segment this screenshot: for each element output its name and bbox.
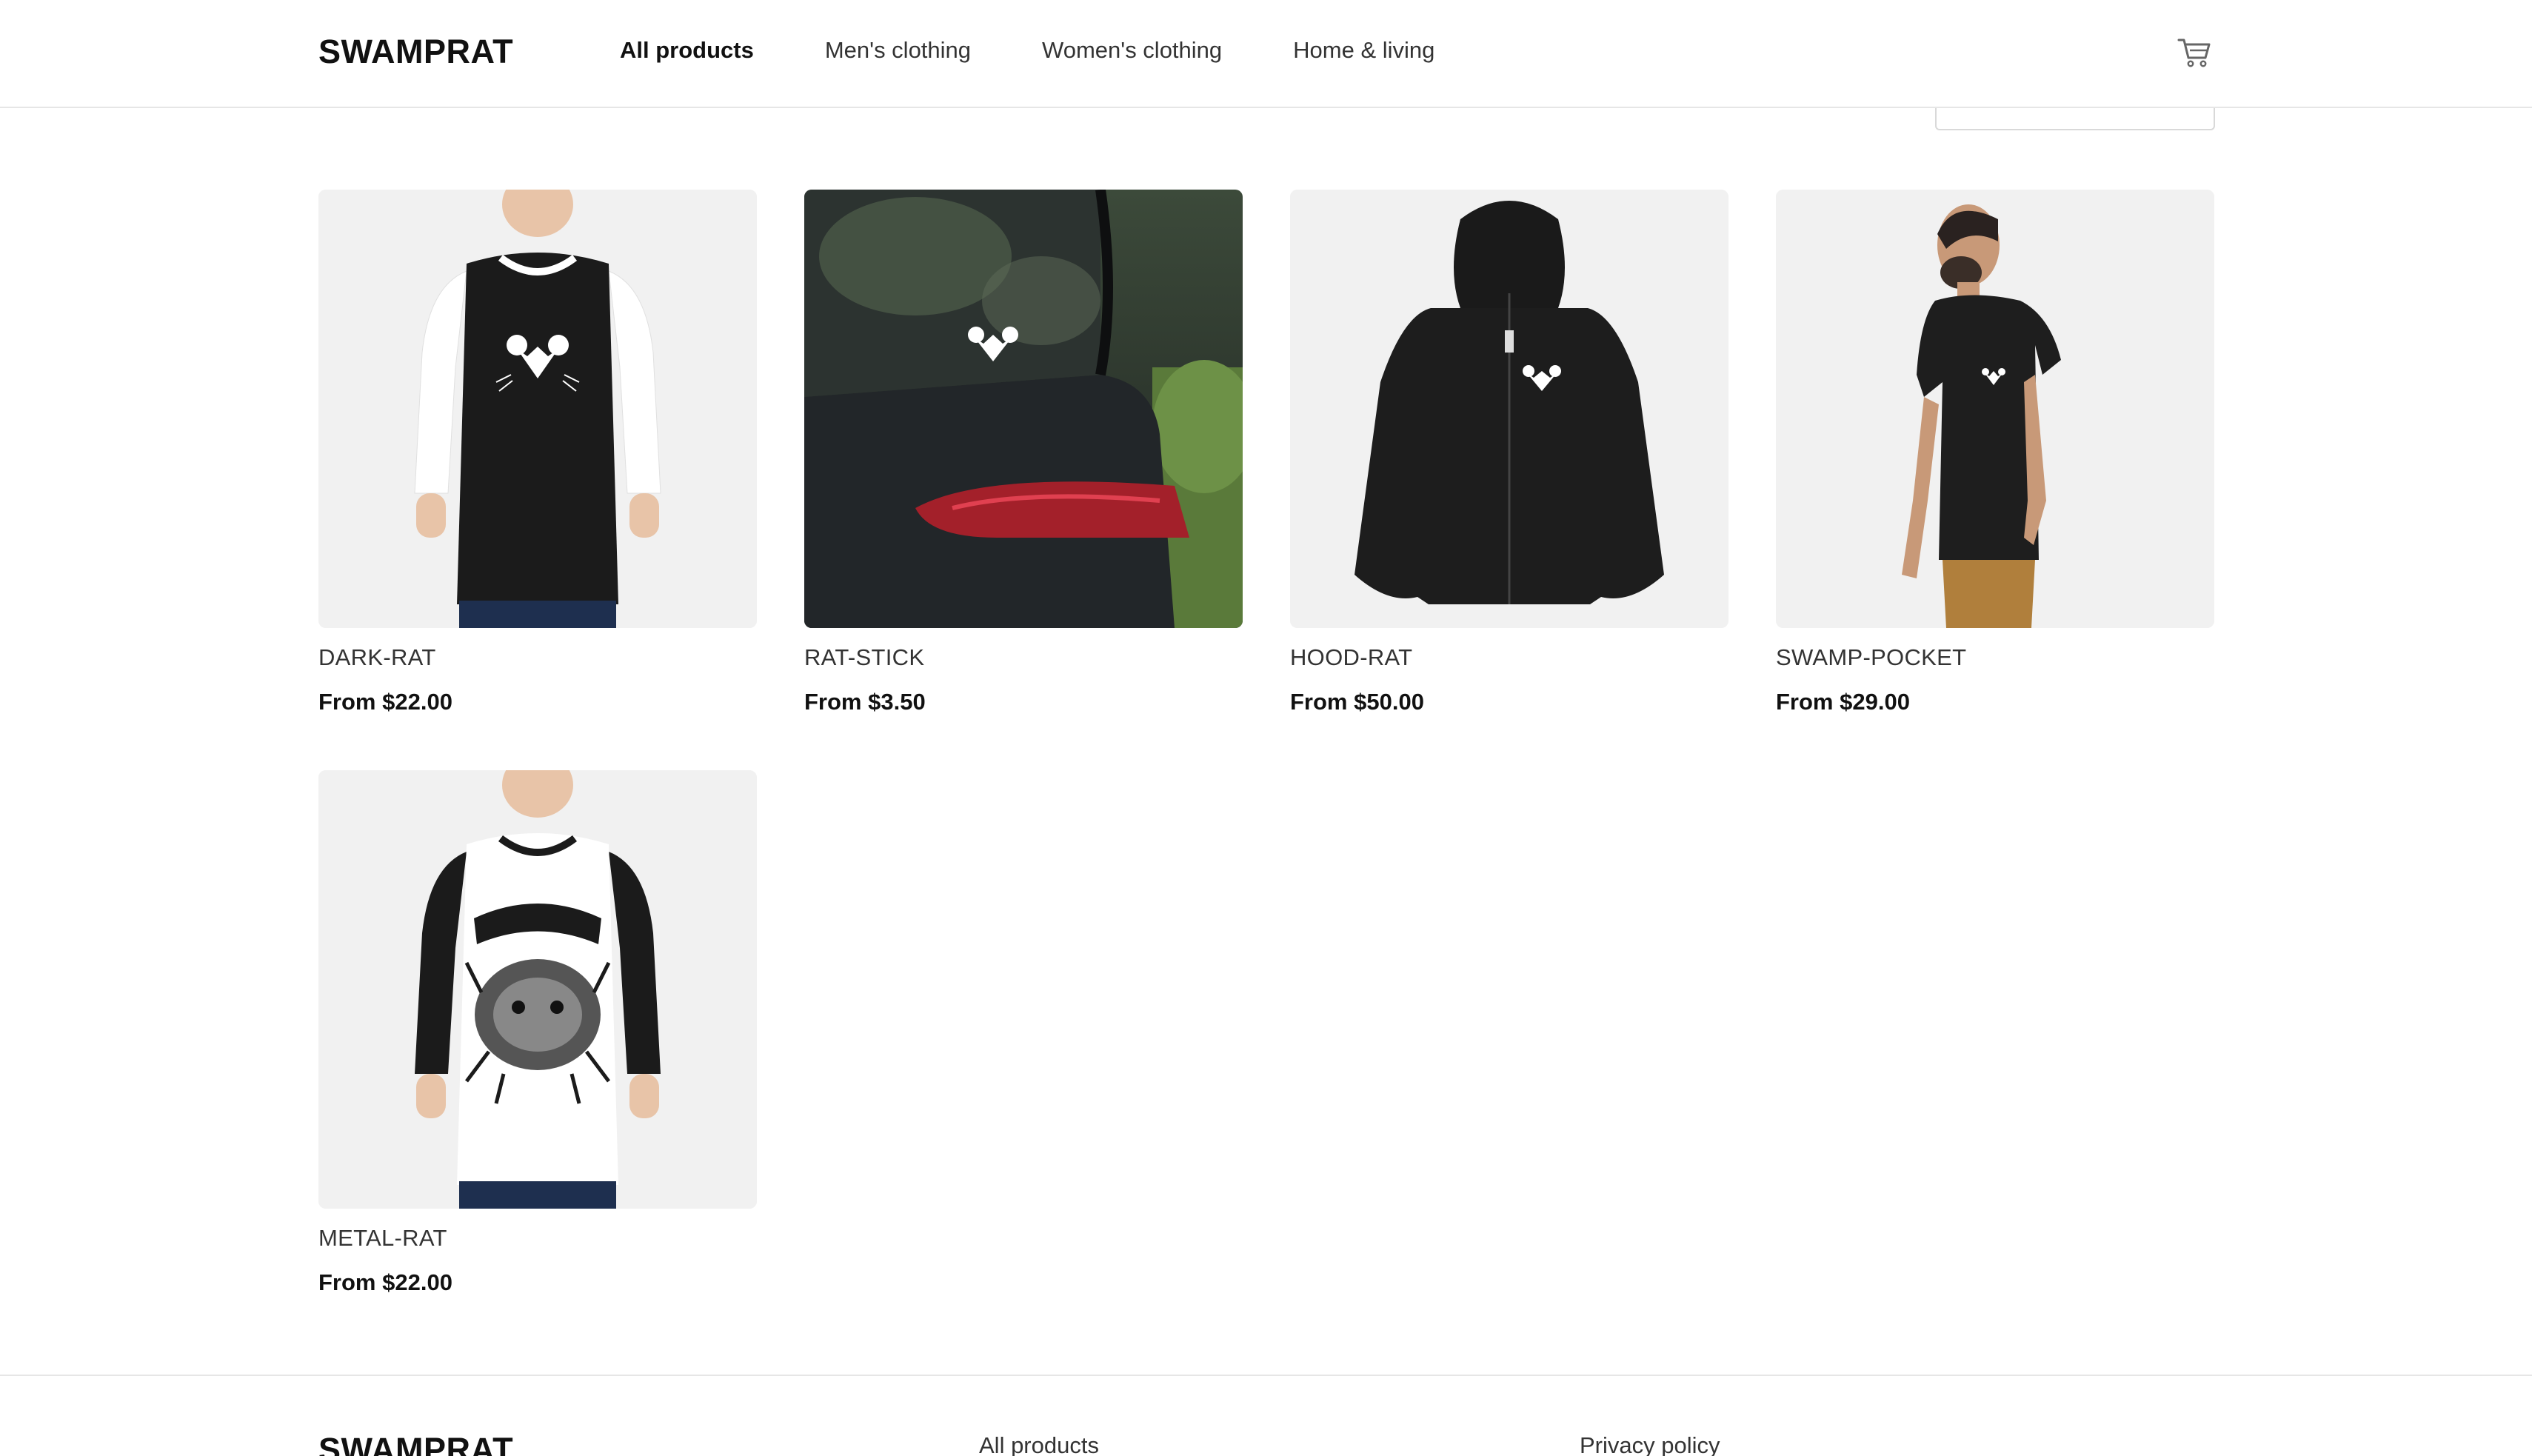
- product-card-hood-rat[interactable]: HOOD-RAT From $50.00: [1290, 190, 1728, 715]
- product-name[interactable]: HOOD-RAT: [1290, 644, 1728, 671]
- site-footer: SWAMPRAT All products Privacy policy: [0, 1375, 2532, 1456]
- product-price: From $22.00: [318, 689, 452, 715]
- product-card-rat-stick[interactable]: RAT-STICK From $3.50: [804, 190, 1243, 715]
- shopping-cart-icon[interactable]: [2176, 34, 2213, 71]
- nav-all-products[interactable]: All products: [620, 37, 754, 64]
- nav-home-living[interactable]: Home & living: [1293, 37, 1434, 64]
- product-card-swamp-pocket[interactable]: SWAMP-POCKET From $29.00: [1776, 190, 2214, 715]
- site-header: SWAMPRAT All products Men's clothing Wom…: [0, 0, 2532, 108]
- product-price: From $3.50: [804, 689, 926, 715]
- product-name[interactable]: RAT-STICK: [804, 644, 1243, 671]
- nav-mens-clothing[interactable]: Men's clothing: [825, 37, 971, 64]
- product-image[interactable]: [318, 770, 757, 1209]
- product-price: From $22.00: [318, 1269, 452, 1295]
- footer-brand-logo[interactable]: SWAMPRAT: [318, 1431, 513, 1456]
- footer-link-all-products[interactable]: All products: [979, 1432, 1099, 1456]
- brand-logo[interactable]: SWAMPRAT: [318, 33, 513, 71]
- product-card-dark-rat[interactable]: DARK-RAT From $22.00: [318, 190, 757, 715]
- main-nav: All products Men's clothing Women's clot…: [620, 37, 1506, 64]
- product-image[interactable]: [318, 190, 757, 628]
- nav-womens-clothing[interactable]: Women's clothing: [1042, 37, 1222, 64]
- product-price: From $29.00: [1776, 689, 1910, 715]
- product-image[interactable]: [1290, 190, 1728, 628]
- product-image[interactable]: [1776, 190, 2214, 628]
- product-name[interactable]: DARK-RAT: [318, 644, 757, 671]
- product-card-metal-rat[interactable]: METAL-RAT From $22.00: [318, 770, 757, 1296]
- product-price: From $50.00: [1290, 689, 1424, 715]
- footer-link-privacy-policy[interactable]: Privacy policy: [1580, 1432, 1720, 1456]
- product-image[interactable]: [804, 190, 1243, 628]
- product-name[interactable]: SWAMP-POCKET: [1776, 644, 2214, 671]
- product-name[interactable]: METAL-RAT: [318, 1225, 757, 1252]
